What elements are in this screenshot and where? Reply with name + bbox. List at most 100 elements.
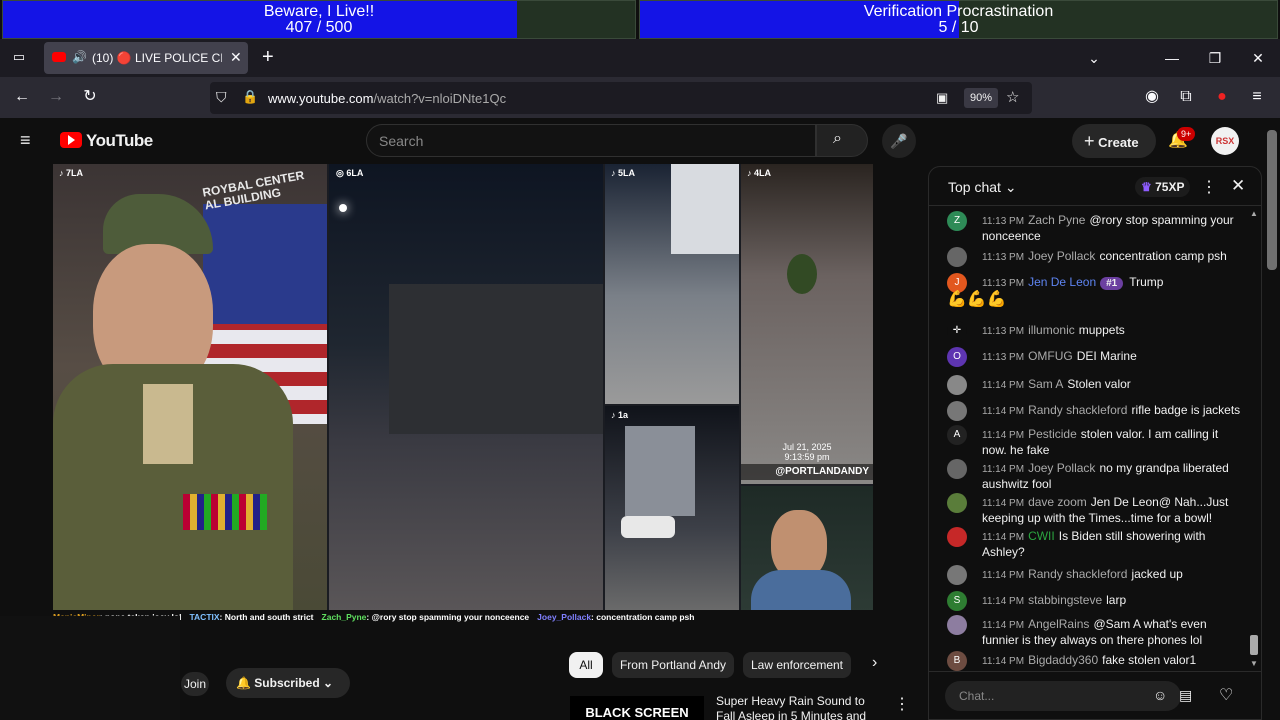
close-tab-icon[interactable]: ✕ bbox=[230, 49, 242, 66]
account-icon[interactable]: ◉ bbox=[1140, 86, 1164, 108]
avatar[interactable] bbox=[947, 375, 967, 395]
streamer-shirt bbox=[751, 570, 851, 612]
list-tabs-icon[interactable]: ⌄ bbox=[1082, 47, 1106, 69]
message-author[interactable]: Randy shackleford bbox=[1028, 403, 1127, 417]
recommended-title[interactable]: Super Heavy Rain Sound to Fall Asleep in… bbox=[716, 694, 886, 720]
youtube-logo-text[interactable]: YouTube bbox=[86, 131, 153, 151]
message-time: 11:14 PM bbox=[982, 380, 1025, 391]
scroll-down-icon[interactable]: ▼ bbox=[1250, 659, 1258, 668]
avatar[interactable] bbox=[947, 615, 967, 635]
chip-law-enforcement[interactable]: Law enforcement bbox=[743, 652, 851, 678]
avatar[interactable]: J bbox=[947, 273, 967, 293]
restore-button[interactable]: ❐ bbox=[1203, 47, 1227, 69]
message-text: fake stolen valor1 bbox=[1102, 653, 1197, 667]
voice-search-icon[interactable]: 🎤 bbox=[882, 124, 916, 158]
message-author[interactable]: illumonic bbox=[1028, 323, 1075, 337]
minimize-button[interactable]: — bbox=[1160, 47, 1184, 69]
chat-mode-dropdown[interactable]: Top chat ⌄ bbox=[948, 179, 1017, 196]
building bbox=[389, 284, 603, 434]
message-author[interactable]: Zach Pyne bbox=[1028, 213, 1085, 227]
message-author[interactable]: OMFUG bbox=[1028, 349, 1073, 363]
extensions-icon[interactable]: ⧉ bbox=[1174, 86, 1198, 108]
message-author[interactable]: dave zoom bbox=[1028, 495, 1087, 509]
super-chat-icon[interactable]: ▤ bbox=[1179, 687, 1192, 704]
zoom-level[interactable]: 90% bbox=[964, 88, 999, 108]
extension-red-icon[interactable]: ● bbox=[1210, 86, 1234, 108]
avatar[interactable] bbox=[947, 401, 967, 421]
chip-from-portland-andy[interactable]: From Portland Andy bbox=[612, 652, 734, 678]
shield-icon[interactable]: ⛉ bbox=[216, 89, 227, 106]
chip-all[interactable]: All bbox=[569, 652, 603, 678]
join-button[interactable]: Join bbox=[181, 672, 209, 696]
speaker-icon[interactable]: 🔊 bbox=[72, 50, 87, 64]
forward-icon[interactable]: → bbox=[44, 86, 68, 108]
message-author[interactable]: Pesticide bbox=[1028, 427, 1077, 441]
xp-badge[interactable]: ♛ 75XP bbox=[1135, 177, 1191, 197]
youtube-logo-icon[interactable] bbox=[60, 132, 82, 148]
avatar[interactable] bbox=[947, 493, 967, 513]
scroll-thumb[interactable] bbox=[1250, 635, 1258, 655]
chat-scrollbar[interactable]: ▲ ▼ bbox=[1249, 209, 1259, 669]
message-author[interactable]: Randy shackleford bbox=[1028, 567, 1127, 581]
plus-icon: + bbox=[1084, 131, 1095, 151]
new-tab-button[interactable]: + bbox=[262, 46, 274, 69]
message-time: 11:14 PM bbox=[982, 620, 1025, 631]
avatar[interactable]: B bbox=[947, 651, 967, 671]
avatar[interactable] bbox=[947, 565, 967, 585]
tiktok-badge-7la: ♪ 7LA bbox=[59, 168, 84, 178]
browser-tab[interactable]: 🔊 (10) 🔴 LIVE POLICE CHASE ✕ bbox=[44, 42, 248, 74]
message-author[interactable]: stabbingsteve bbox=[1028, 593, 1102, 607]
avatar[interactable] bbox=[947, 459, 967, 479]
scroll-up-icon[interactable]: ▲ bbox=[1250, 209, 1258, 218]
chat-input[interactable]: Chat... ☺ bbox=[945, 681, 1181, 711]
subscribed-button[interactable]: 🔔 Subscribed ⌄ bbox=[226, 668, 350, 698]
create-button[interactable]: + Create bbox=[1072, 124, 1156, 158]
ticker-text: : North and south strict bbox=[219, 612, 314, 622]
page-scrollbar-thumb[interactable] bbox=[1267, 130, 1277, 270]
tall-building bbox=[671, 164, 739, 254]
search-icon: ⌕ bbox=[833, 130, 842, 147]
heart-icon[interactable]: ♡ bbox=[1219, 685, 1233, 705]
message-author[interactable]: Sam A bbox=[1028, 377, 1063, 391]
avatar[interactable]: A bbox=[947, 425, 967, 445]
hamburger-menu-icon[interactable]: ≡ bbox=[20, 130, 31, 151]
avatar[interactable]: Z bbox=[947, 211, 967, 231]
chat-more-icon[interactable]: ⋮ bbox=[1201, 177, 1217, 197]
progress-count: 407 / 500 bbox=[285, 19, 353, 36]
page-scrollbar-track[interactable] bbox=[1264, 130, 1280, 720]
search-input[interactable]: Search bbox=[366, 124, 816, 157]
avatar[interactable] bbox=[947, 247, 967, 267]
search-button[interactable]: ⌕ bbox=[816, 124, 868, 157]
recommended-thumbnail[interactable]: BLACK SCREEN bbox=[570, 696, 704, 720]
message-author[interactable]: AngelRains bbox=[1028, 617, 1089, 631]
address-bar[interactable]: ⛉ 🔒 www.youtube.com/watch?v=nloiDNte1Qc … bbox=[210, 82, 1032, 114]
reload-icon[interactable]: ↻ bbox=[78, 86, 102, 108]
message-author[interactable]: Joey Pollack bbox=[1028, 461, 1095, 475]
back-icon[interactable]: ← bbox=[10, 86, 34, 108]
avatar[interactable]: S bbox=[947, 591, 967, 611]
picture-in-picture-icon[interactable]: ▣ bbox=[936, 90, 948, 106]
overlay-handle: @PORTLANDANDY bbox=[741, 464, 873, 480]
video-player[interactable]: ROYBAL CENTER AL BUILDING Jul 21, 2025 9… bbox=[53, 164, 873, 624]
tab-overview-icon[interactable]: ▭ bbox=[10, 49, 28, 67]
avatar[interactable]: ✛ bbox=[947, 321, 967, 341]
instagram-badge-6la: ◎ 6LA bbox=[336, 168, 364, 178]
more-options-icon[interactable]: ⋮ bbox=[894, 694, 910, 714]
chevron-right-icon[interactable]: › bbox=[872, 654, 877, 672]
streamer-cam bbox=[741, 486, 873, 612]
message-text: larp bbox=[1106, 593, 1127, 607]
message-author[interactable]: Jen De Leon bbox=[1028, 275, 1096, 289]
message-author[interactable]: Joey Pollack bbox=[1028, 249, 1095, 263]
message-author[interactable]: Bigdaddy360 bbox=[1028, 653, 1098, 667]
lock-icon[interactable]: 🔒 bbox=[242, 89, 258, 105]
emoji-icon[interactable]: ☺ bbox=[1153, 687, 1167, 703]
close-window-button[interactable]: ✕ bbox=[1246, 47, 1270, 69]
menu-icon[interactable]: ≡ bbox=[1245, 86, 1269, 108]
bookmark-star-icon[interactable]: ☆ bbox=[1006, 88, 1019, 106]
message-time: 11:13 PM bbox=[982, 252, 1025, 263]
message-author[interactable]: CWII bbox=[1028, 529, 1055, 543]
avatar[interactable] bbox=[947, 527, 967, 547]
avatar[interactable]: O bbox=[947, 347, 967, 367]
avatar[interactable]: RSX bbox=[1211, 127, 1239, 155]
close-chat-icon[interactable]: ✕ bbox=[1231, 176, 1245, 196]
